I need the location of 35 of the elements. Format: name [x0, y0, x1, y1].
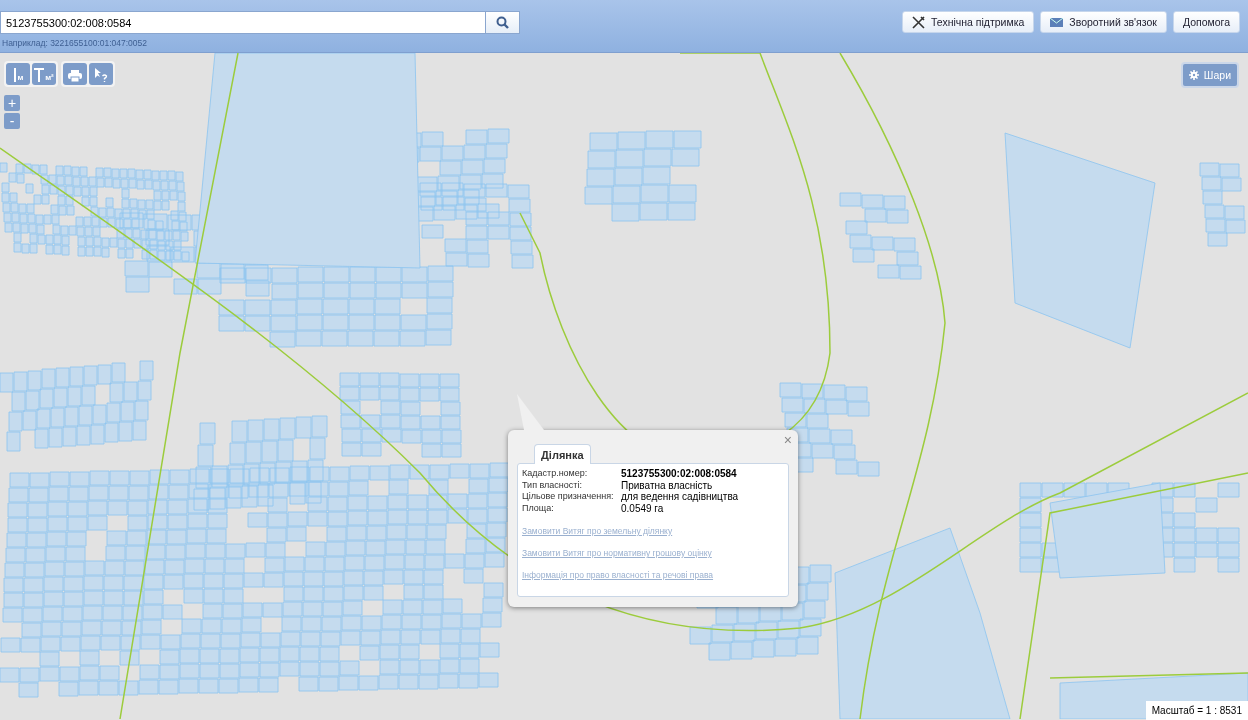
zoom-out-button[interactable]: - [4, 113, 20, 129]
search-field[interactable]: 5123755300:02:008:0584 [0, 11, 486, 34]
ruler-t-icon [34, 68, 45, 82]
identify-button[interactable] [89, 63, 113, 85]
close-button[interactable]: × [783, 432, 792, 448]
field-value: Приватна власність [621, 479, 714, 491]
envelope-icon [1050, 17, 1064, 27]
field-value: 0.0549 га [621, 502, 665, 514]
measure-area-button[interactable]: м² [32, 63, 56, 85]
gear-icon [1188, 70, 1199, 80]
map-scale: Масштаб = 1 : 8531 [1145, 701, 1248, 720]
pointer-question-icon [94, 68, 108, 82]
tools-icon [911, 15, 925, 29]
search-button[interactable] [486, 11, 520, 34]
order-link[interactable]: Замовити Витяг про нормативну грошову оцінку [522, 548, 784, 558]
order-link[interactable]: Інформація про право власності та речові права [522, 570, 784, 580]
zoom-in-button[interactable]: + [4, 95, 20, 111]
support-button[interactable]: Технічна підтримка [901, 11, 1035, 33]
measure-distance-button[interactable]: м [6, 63, 30, 85]
field-value: для ведення садівництва [621, 491, 740, 503]
search-icon [496, 16, 509, 29]
field-label: Цільове призначення: [522, 491, 615, 503]
parcel-tab[interactable]: Ділянка [534, 444, 591, 464]
order-link[interactable]: Замовити Витяг про земельну ділянку [522, 526, 784, 536]
field-value: 5123755300:02:008:0584 [621, 468, 738, 480]
help-button[interactable]: Допомога [1172, 11, 1240, 33]
feedback-button[interactable]: Зворотний зв'язок [1040, 11, 1167, 33]
field-label: Тип власності: [522, 479, 583, 491]
printer-icon [68, 70, 82, 82]
field-label: Кадастр.номер: [522, 468, 589, 480]
print-button[interactable] [63, 63, 87, 85]
field-label: Площа: [522, 502, 555, 514]
search-hint: Наприклад: 3221655100:01:047:0052 [1, 38, 149, 48]
ruler-line-icon [12, 68, 17, 82]
layers-button[interactable]: Шари [1180, 62, 1239, 88]
